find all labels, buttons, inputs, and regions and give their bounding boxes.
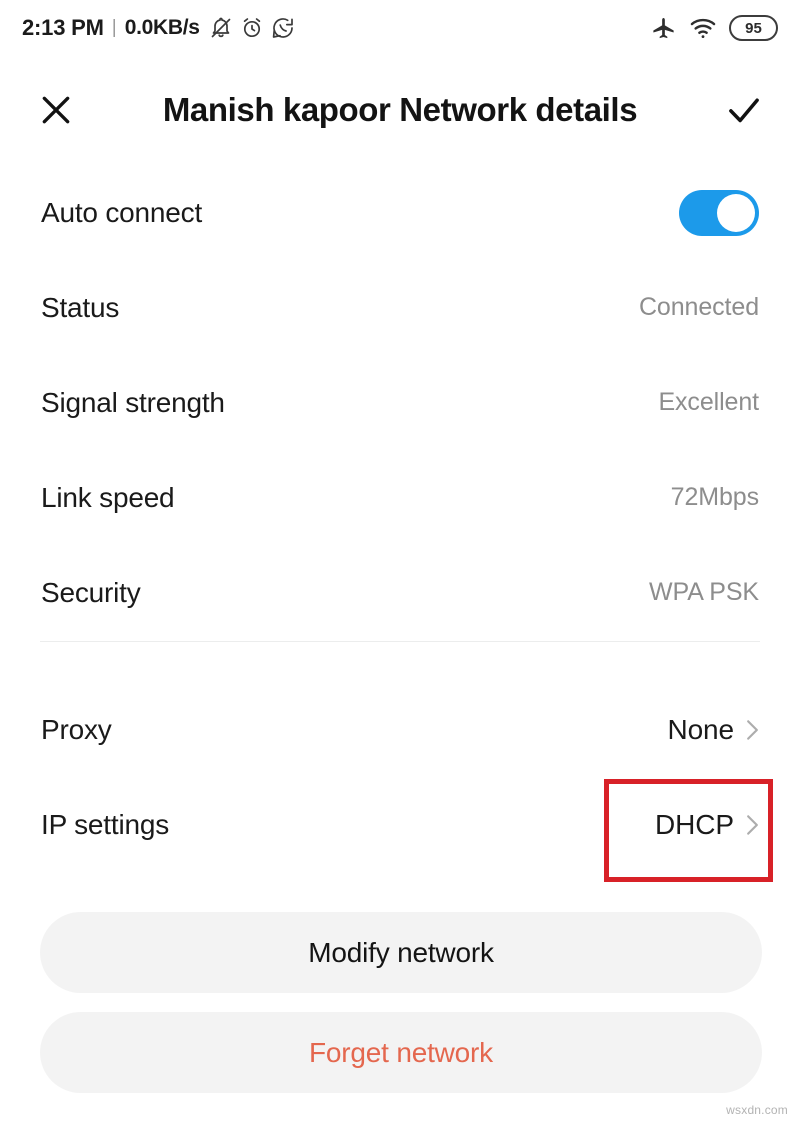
close-button[interactable]: [30, 84, 82, 136]
status-bar-clock: 2:13 PM: [22, 15, 104, 40]
whatsapp-icon: [271, 16, 295, 40]
status-value-wrap: Connected: [639, 293, 759, 322]
row-security: Security WPA PSK: [0, 545, 800, 640]
confirm-button[interactable]: [718, 84, 770, 136]
watermark: wsxdn.com: [726, 1103, 788, 1117]
row-status: Status Connected: [0, 260, 800, 355]
link-speed-value: 72Mbps: [670, 483, 759, 511]
forget-network-label: Forget network: [309, 1036, 493, 1068]
network-details-list: Auto connect Status Connected Signal str…: [0, 165, 800, 640]
status-bar: 2:13 PM | 0.0KB/s 95: [0, 0, 800, 56]
status-bar-left: 2:13 PM | 0.0KB/s: [22, 15, 295, 41]
toggle-knob: [717, 193, 755, 232]
signal-strength-label: Signal strength: [41, 386, 225, 418]
proxy-label: Proxy: [41, 713, 112, 745]
action-buttons: Modify network Forget network: [40, 912, 762, 1112]
row-signal-strength: Signal strength Excellent: [0, 355, 800, 450]
security-value-wrap: WPA PSK: [649, 578, 759, 607]
page-header: Manish kapoor Network details: [0, 72, 800, 148]
signal-strength-value: Excellent: [658, 388, 759, 416]
alarm-clock-icon: [240, 16, 264, 40]
proxy-value-wrap: None: [667, 714, 759, 746]
signal-strength-value-wrap: Excellent: [658, 388, 759, 417]
battery-level-label: 95: [745, 19, 762, 37]
section-divider: [40, 641, 760, 642]
ip-settings-value: DHCP: [655, 808, 734, 840]
battery-indicator: 95: [729, 15, 778, 41]
ip-settings-value-wrap: DHCP: [655, 809, 759, 841]
status-value: Connected: [638, 293, 759, 321]
page-title: Manish kapoor Network details: [162, 91, 638, 128]
link-speed-value-wrap: 72Mbps: [671, 483, 759, 512]
wifi-icon: [689, 14, 717, 42]
row-link-speed: Link speed 72Mbps: [0, 450, 800, 545]
check-icon: [723, 89, 765, 131]
modify-network-label: Modify network: [308, 936, 494, 968]
auto-connect-toggle[interactable]: [679, 189, 759, 236]
status-label: Status: [41, 291, 120, 323]
status-bar-notification-icons: [209, 16, 295, 40]
row-ip-settings[interactable]: IP settings DHCP: [0, 777, 800, 872]
notifications-silenced-icon: [209, 16, 233, 40]
link-speed-label: Link speed: [41, 481, 175, 513]
row-auto-connect[interactable]: Auto connect: [0, 165, 800, 260]
proxy-value: None: [667, 713, 734, 745]
ip-settings-label: IP settings: [41, 808, 170, 840]
auto-connect-control: [679, 189, 759, 236]
close-icon: [36, 90, 76, 130]
network-details-screen: 2:13 PM | 0.0KB/s 95 Manish kapoor Netwo…: [0, 0, 800, 1125]
modify-network-button[interactable]: Modify network: [40, 912, 762, 993]
status-bar-separator: |: [111, 17, 117, 38]
chevron-right-icon: [746, 719, 759, 741]
airplane-mode-icon: [650, 15, 677, 42]
status-bar-right: 95: [650, 14, 778, 42]
forget-network-button[interactable]: Forget network: [40, 1012, 762, 1093]
auto-connect-label: Auto connect: [41, 196, 203, 228]
status-bar-network-speed: 0.0KB/s: [124, 16, 200, 39]
security-label: Security: [41, 576, 141, 608]
chevron-right-icon: [746, 814, 759, 836]
network-config-list: Proxy None IP settings DHCP: [0, 682, 800, 872]
security-value: WPA PSK: [649, 578, 759, 606]
row-proxy[interactable]: Proxy None: [0, 682, 800, 777]
